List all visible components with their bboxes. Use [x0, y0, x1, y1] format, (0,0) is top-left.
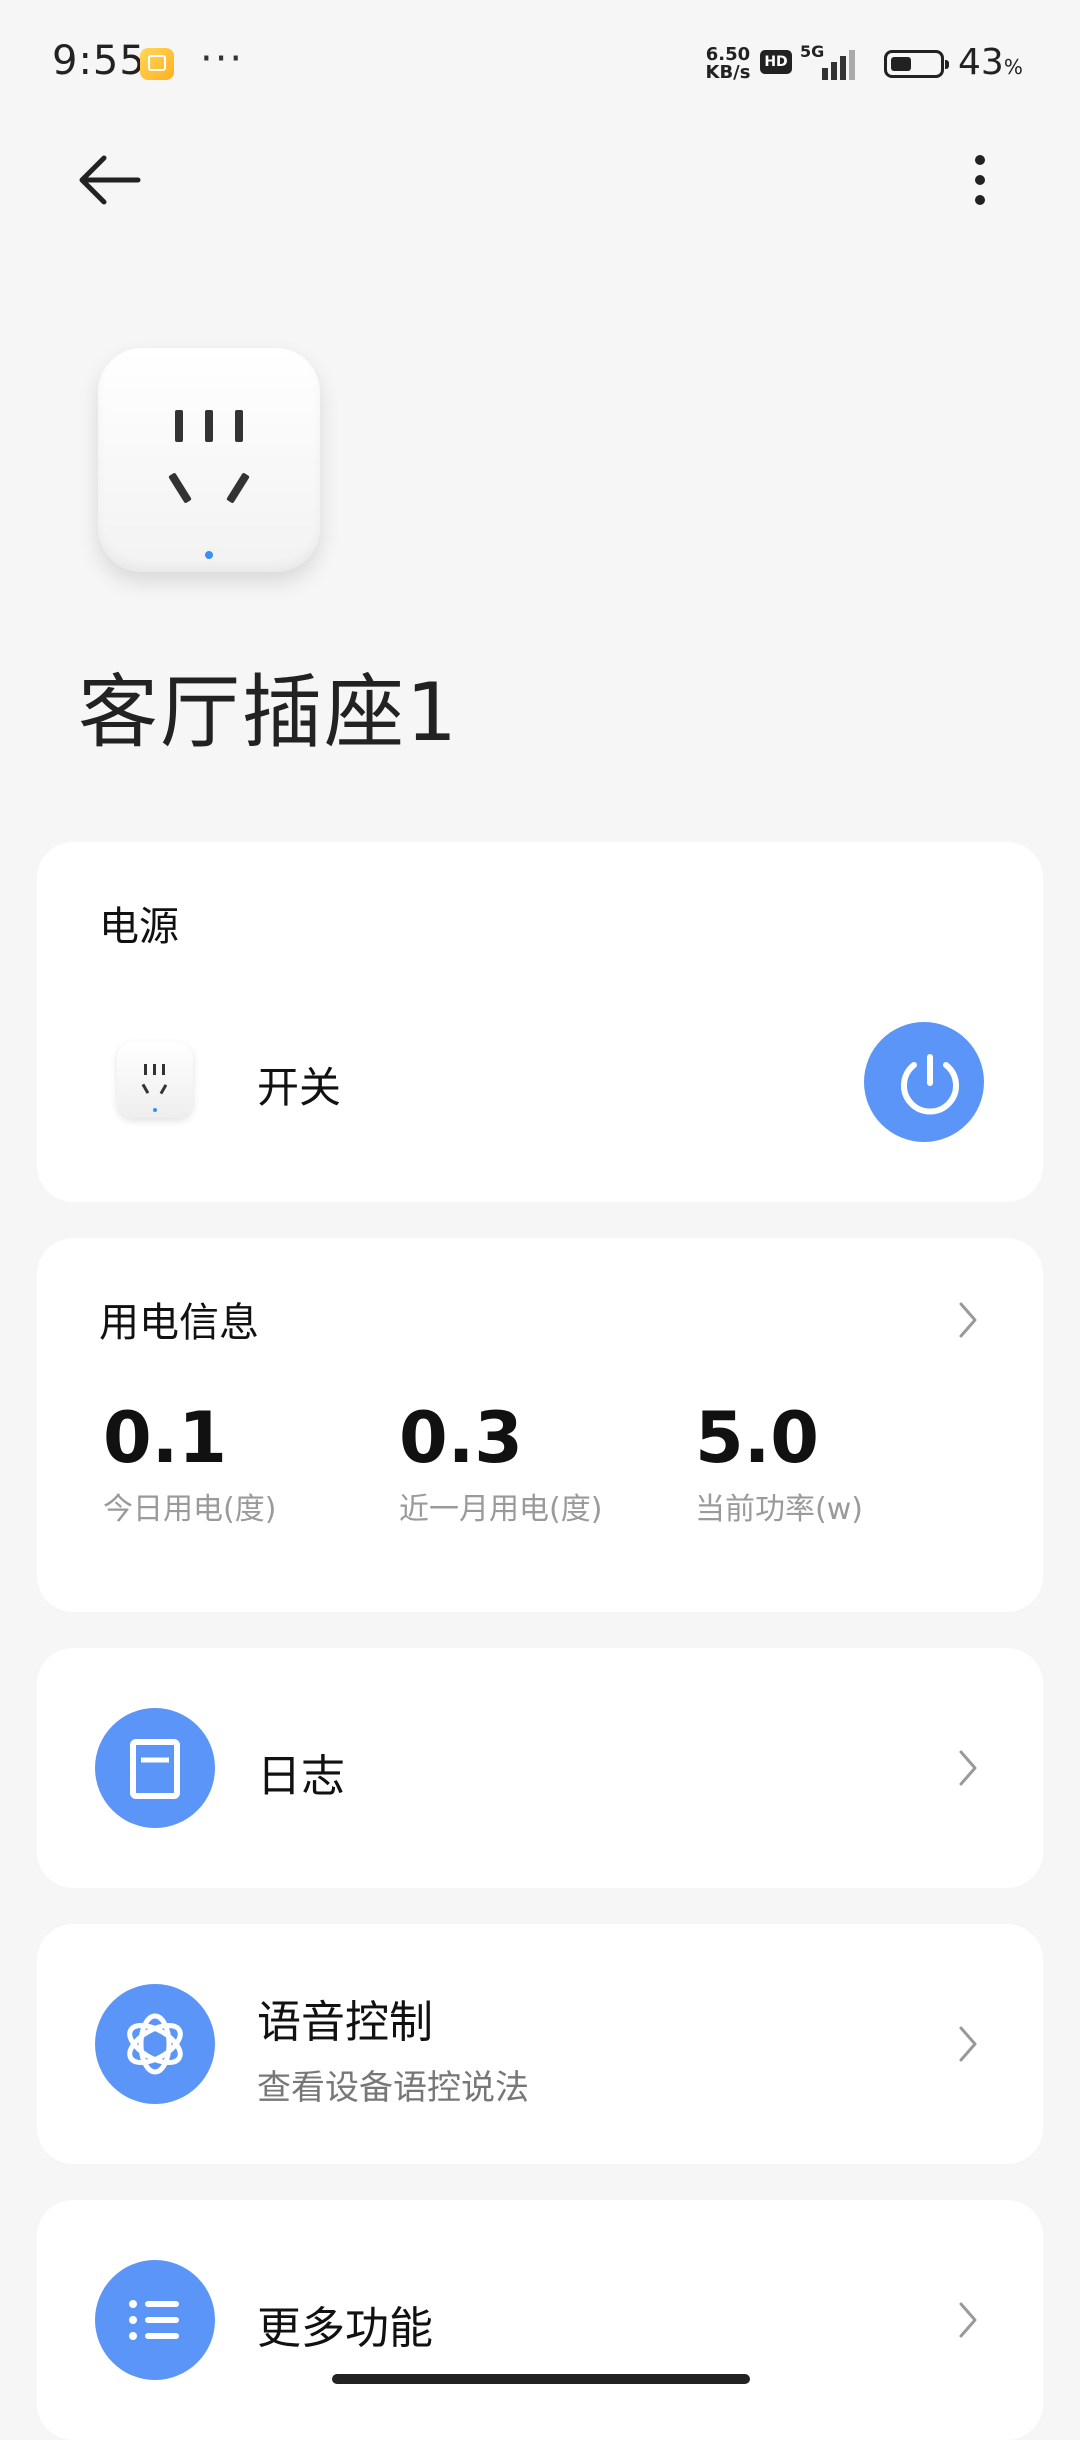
net-speed: 6.50 KB/s — [700, 46, 756, 82]
log-book-icon — [95, 1708, 215, 1828]
voice-control-subtitle: 查看设备语控说法 — [257, 2068, 529, 2108]
stat-power-value: 5.0 — [695, 1397, 820, 1479]
status-bar: 9:55 ··· 6.50 KB/s HD 5G 43% — [0, 0, 1080, 130]
battery-percent: 43% — [958, 42, 1023, 83]
back-button[interactable] — [72, 150, 152, 210]
power-usage-card[interactable]: 用电信息 0.1 今日用电(度) 0.3 近一月用电(度) 5.0 当前功率(w… — [37, 1238, 1043, 1612]
log-title: 日志 — [257, 1751, 345, 1802]
voice-control-title: 语音控制 — [257, 1997, 433, 2048]
hd-badge: HD — [760, 50, 792, 74]
list-icon — [95, 2260, 215, 2380]
home-indicator[interactable] — [332, 2374, 750, 2384]
more-features-title: 更多功能 — [257, 2303, 433, 2354]
voice-assistant-icon — [95, 1984, 215, 2104]
stat-month: 0.3 近一月用电(度) — [399, 1398, 602, 1528]
more-notifications-icon: ··· — [200, 36, 245, 82]
stat-power: 5.0 当前功率(w) — [695, 1398, 863, 1528]
switch-label: 开关 — [257, 1063, 342, 1112]
stat-today-label: 今日用电(度) — [103, 1492, 277, 1527]
device-name: 客厅插座1 — [78, 666, 459, 759]
status-time: 9:55 — [52, 38, 146, 84]
plug-thumbnail-icon — [117, 1042, 193, 1118]
chevron-right-icon — [959, 2302, 977, 2338]
power-icon — [901, 1054, 959, 1115]
chevron-right-icon — [959, 2026, 977, 2062]
stat-today-value: 0.1 — [103, 1397, 228, 1479]
log-row[interactable]: 日志 — [37, 1648, 1043, 1888]
net-speed-unit: KB/s — [705, 62, 751, 83]
more-features-row[interactable]: 更多功能 — [37, 2200, 1043, 2440]
battery-level — [891, 57, 911, 71]
stat-today: 0.1 今日用电(度) — [103, 1398, 276, 1528]
power-card-title: 电源 — [99, 904, 179, 950]
power-card: 电源 开关 — [37, 842, 1043, 1202]
voice-control-row[interactable]: 语音控制 查看设备语控说法 — [37, 1924, 1043, 2164]
battery-percent-value: 43 — [958, 42, 1004, 83]
smart-plug-icon — [98, 348, 320, 572]
arrow-left-icon — [79, 155, 141, 205]
chevron-right-icon — [959, 1750, 977, 1786]
notes-app-icon — [140, 48, 174, 80]
stat-month-value: 0.3 — [399, 1397, 524, 1479]
chevron-right-icon — [959, 1302, 977, 1338]
network-type: 5G — [800, 42, 825, 61]
signal-icon: 5G — [800, 42, 872, 82]
battery-percent-sign: % — [1003, 55, 1023, 79]
stat-month-label: 近一月用电(度) — [399, 1492, 603, 1527]
usage-card-title: 用电信息 — [99, 1300, 259, 1346]
more-vertical-icon — [975, 155, 985, 205]
more-menu-button[interactable] — [960, 150, 1000, 210]
power-toggle-button[interactable] — [864, 1022, 984, 1142]
stat-power-label: 当前功率(w) — [695, 1492, 863, 1527]
battery-icon — [884, 50, 949, 78]
